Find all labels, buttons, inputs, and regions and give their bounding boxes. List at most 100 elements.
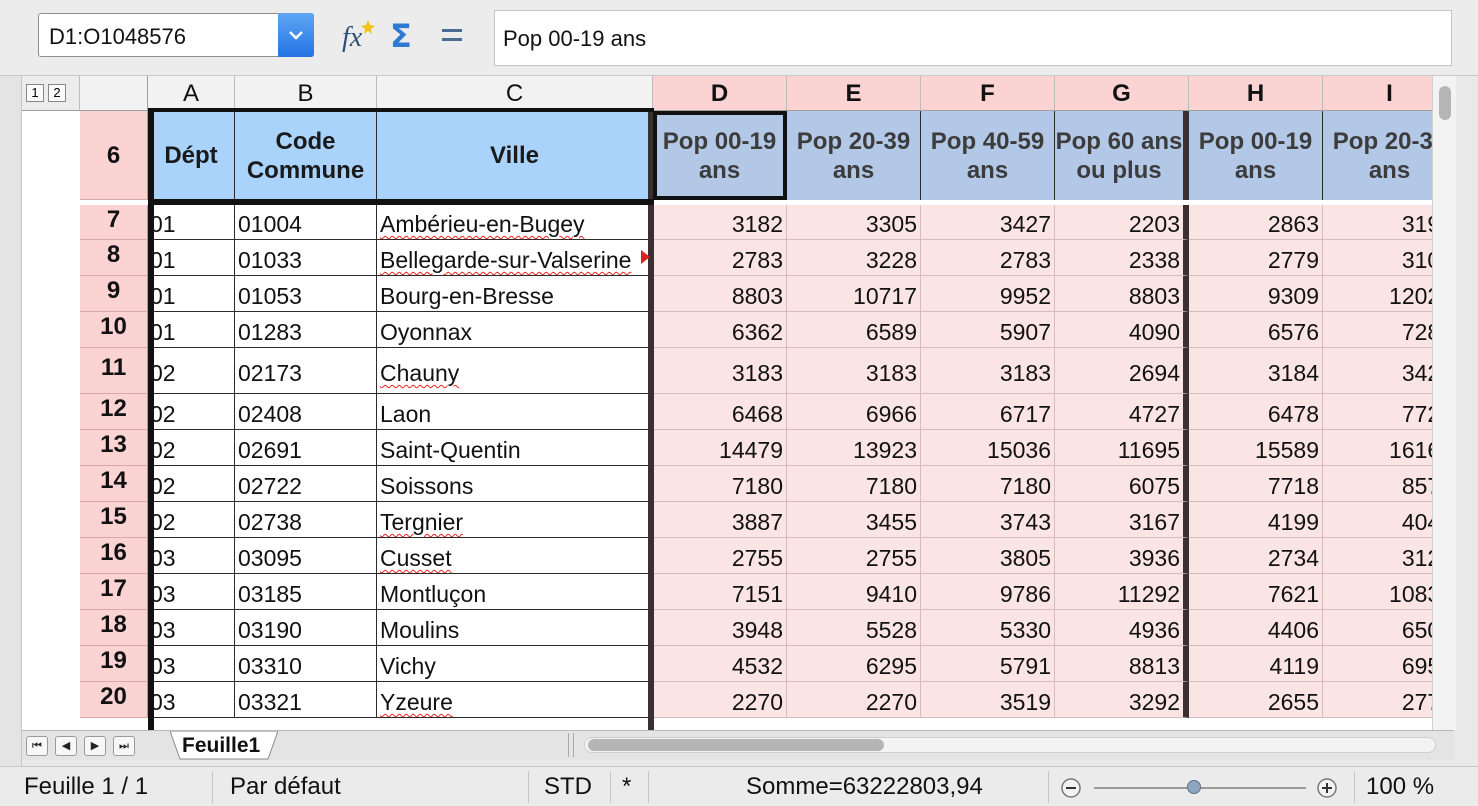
name-box-dropdown-button[interactable] <box>278 13 314 57</box>
row-header[interactable]: 10 <box>80 312 148 348</box>
cell-value[interactable]: 3182 <box>653 205 787 240</box>
cell-code-commune[interactable]: 03310 <box>235 646 377 682</box>
function-wizard-icon[interactable]: fx <box>338 16 380 54</box>
row-header[interactable]: 6 <box>80 111 148 200</box>
column-header-b[interactable]: B <box>235 76 377 111</box>
cell-value[interactable]: 10717 <box>787 276 921 312</box>
header-cell[interactable]: Ville <box>377 111 653 200</box>
last-sheet-button[interactable]: ⏭ <box>113 736 135 756</box>
row-header[interactable]: 16 <box>80 538 148 574</box>
cell-dept[interactable]: 03 <box>148 682 235 718</box>
cell-value[interactable]: 2338 <box>1055 240 1189 276</box>
cell-value[interactable]: 6075 <box>1055 466 1189 502</box>
cell-ville[interactable]: Yzeure <box>377 682 653 718</box>
cell-value[interactable]: 3190 <box>1323 205 1432 240</box>
cell-value[interactable]: 6576 <box>1189 312 1323 348</box>
cell-code-commune[interactable]: 03185 <box>235 574 377 610</box>
cell-dept[interactable]: 02 <box>148 430 235 466</box>
cell-value[interactable]: 7180 <box>787 466 921 502</box>
cell-dept[interactable]: 01 <box>148 312 235 348</box>
zoom-percentage[interactable]: 100 % <box>1366 773 1434 801</box>
cell-value[interactable]: 3948 <box>653 610 787 646</box>
sum-icon[interactable]: Σ <box>388 16 422 55</box>
cell-dept[interactable]: 02 <box>148 466 235 502</box>
cell-value[interactable]: 6295 <box>787 646 921 682</box>
cell-ville[interactable]: Moulins <box>377 610 653 646</box>
cell-value[interactable]: 4936 <box>1055 610 1189 646</box>
cell-value[interactable]: 2783 <box>921 240 1055 276</box>
cell-value[interactable]: 15036 <box>921 430 1055 466</box>
cell-value[interactable]: 4090 <box>1055 312 1189 348</box>
header-cell[interactable]: Code Commune <box>235 111 377 200</box>
cell-value[interactable]: 3519 <box>921 682 1055 718</box>
cell-ville[interactable]: Laon <box>377 394 653 430</box>
cell-code-commune[interactable]: 02173 <box>235 348 377 394</box>
cell-ville[interactable]: Tergnier <box>377 502 653 538</box>
cell-value[interactable]: 3455 <box>787 502 921 538</box>
cell-value[interactable]: 9309 <box>1189 276 1323 312</box>
cell-ville[interactable]: Vichy <box>377 646 653 682</box>
cell-value[interactable]: 6589 <box>787 312 921 348</box>
cell-value[interactable]: 3887 <box>653 502 787 538</box>
cell-dept[interactable]: 03 <box>148 610 235 646</box>
column-header-e[interactable]: E <box>787 76 921 111</box>
first-sheet-button[interactable]: ⏮ <box>26 736 48 756</box>
cell-value[interactable]: 4727 <box>1055 394 1189 430</box>
cell-dept[interactable]: 02 <box>148 502 235 538</box>
column-header-i[interactable]: I <box>1323 76 1432 111</box>
row-header[interactable]: 12 <box>80 394 148 430</box>
cell-value[interactable]: 8813 <box>1055 646 1189 682</box>
cell-value[interactable]: 2694 <box>1055 348 1189 394</box>
zoom-in-icon[interactable] <box>1316 777 1338 806</box>
cell-value[interactable]: 3104 <box>1323 240 1432 276</box>
cell-value[interactable]: 5528 <box>787 610 921 646</box>
row-header[interactable]: 15 <box>80 502 148 538</box>
cell-value[interactable]: 3183 <box>653 348 787 394</box>
cell-value[interactable]: 15589 <box>1189 430 1323 466</box>
row-header[interactable]: 9 <box>80 276 148 312</box>
cell-code-commune[interactable]: 01033 <box>235 240 377 276</box>
cell-value[interactable]: 6717 <box>921 394 1055 430</box>
cell-dept[interactable]: 03 <box>148 538 235 574</box>
cell-ville[interactable]: Oyonnax <box>377 312 653 348</box>
cell-value[interactable]: 14479 <box>653 430 787 466</box>
cell-value[interactable]: 5907 <box>921 312 1055 348</box>
sheet-tab-feuille1[interactable]: Feuille1 <box>170 731 278 760</box>
cell-value[interactable]: 10834 <box>1323 574 1432 610</box>
row-header[interactable]: 20 <box>80 682 148 718</box>
cell-ville[interactable]: Cusset <box>377 538 653 574</box>
cell-value[interactable]: 4532 <box>653 646 787 682</box>
cell-value[interactable]: 7180 <box>921 466 1055 502</box>
header-cell[interactable]: Pop 40-59 ans <box>921 111 1055 200</box>
cell-value[interactable]: 3936 <box>1055 538 1189 574</box>
cell-value[interactable]: 7151 <box>653 574 787 610</box>
row-header[interactable]: 7 <box>80 205 148 240</box>
cell-dept[interactable]: 01 <box>148 276 235 312</box>
cell-value[interactable]: 9786 <box>921 574 1055 610</box>
next-sheet-button[interactable]: ▶ <box>84 736 106 756</box>
row-header[interactable]: 8 <box>80 240 148 276</box>
row-header[interactable]: 17 <box>80 574 148 610</box>
selection-mode[interactable]: STD <box>544 773 592 801</box>
row-header[interactable]: 18 <box>80 610 148 646</box>
cell-dept[interactable]: 02 <box>148 348 235 394</box>
name-box[interactable]: D1:O1048576 <box>38 13 314 57</box>
cell-value[interactable]: 7621 <box>1189 574 1323 610</box>
tab-splitter-handle[interactable] <box>568 733 574 757</box>
cell-ville[interactable]: Chauny <box>377 348 653 394</box>
zoom-slider-knob[interactable] <box>1187 780 1202 794</box>
vertical-scroll-thumb[interactable] <box>1439 86 1451 120</box>
row-header[interactable]: 13 <box>80 430 148 466</box>
cell-dept[interactable]: 03 <box>148 646 235 682</box>
column-header-g[interactable]: G <box>1055 76 1189 111</box>
cell-code-commune[interactable]: 02408 <box>235 394 377 430</box>
cell-value[interactable]: 4119 <box>1189 646 1323 682</box>
row-header[interactable]: 11 <box>80 348 148 394</box>
cell-code-commune[interactable]: 01053 <box>235 276 377 312</box>
cell-value[interactable]: 3743 <box>921 502 1055 538</box>
cell-value[interactable]: 3427 <box>921 205 1055 240</box>
cell-dept[interactable]: 01 <box>148 205 235 240</box>
cell-value[interactable]: 3292 <box>1055 682 1189 718</box>
cell-value[interactable]: 8803 <box>653 276 787 312</box>
cell-value[interactable]: 2270 <box>653 682 787 718</box>
